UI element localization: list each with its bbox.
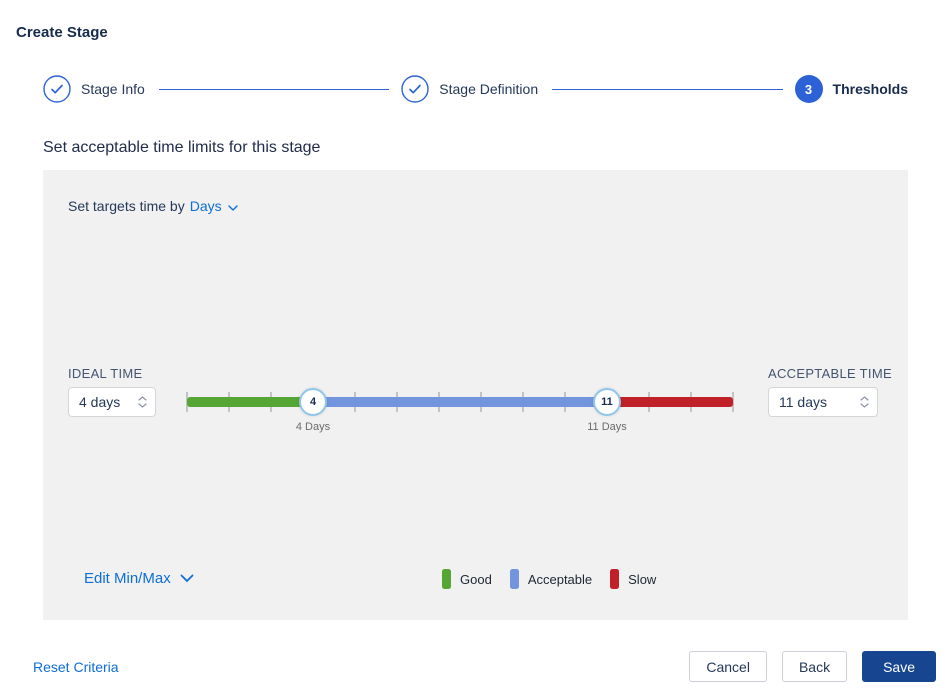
slider-segment-acceptable	[313, 397, 607, 407]
stepper-connector	[552, 89, 782, 90]
targets-time-row: Set targets time by Days	[68, 198, 238, 214]
acceptable-time-input[interactable]: 11 days	[768, 387, 878, 417]
back-button[interactable]: Back	[782, 651, 847, 682]
reset-criteria-link[interactable]: Reset Criteria	[33, 659, 119, 675]
chevron-down-icon	[860, 403, 869, 408]
page-title: Create Stage	[16, 24, 108, 41]
legend-label: Good	[460, 572, 492, 587]
thresholds-panel: Set targets time by Days IDEAL TIME 4 da…	[43, 170, 908, 620]
legend-label: Slow	[628, 572, 656, 587]
step-label: Thresholds	[833, 81, 908, 97]
threshold-legend: Good Acceptable Slow	[442, 569, 674, 589]
chevron-down-icon	[138, 403, 147, 408]
save-button[interactable]: Save	[862, 651, 936, 682]
targets-unit-dropdown[interactable]: Days	[190, 198, 238, 214]
slider-segment-slow	[607, 397, 733, 407]
slow-swatch	[610, 569, 619, 589]
step-label: Stage Info	[81, 81, 145, 97]
step-stage-definition[interactable]: Stage Definition	[401, 75, 538, 103]
good-swatch	[442, 569, 451, 589]
legend-item-good: Good	[442, 569, 492, 589]
slider-track	[187, 397, 733, 407]
ideal-time-stepper[interactable]	[138, 396, 147, 408]
legend-label: Acceptable	[528, 572, 592, 587]
stepper-connector	[159, 89, 389, 90]
acceptable-handle-caption: 11 Days	[587, 421, 627, 433]
check-circle-icon	[401, 75, 429, 103]
acceptable-time-value: 11 days	[779, 394, 827, 410]
targets-time-label: Set targets time by	[68, 198, 185, 214]
acceptable-time-label: ACCEPTABLE TIME	[768, 366, 892, 381]
step-thresholds[interactable]: 3 Thresholds	[795, 75, 908, 103]
footer-buttons: Cancel Back Save	[689, 651, 936, 682]
edit-minmax-label: Edit Min/Max	[84, 570, 171, 587]
section-heading: Set acceptable time limits for this stag…	[43, 139, 320, 157]
check-circle-icon	[43, 75, 71, 103]
targets-unit-value: Days	[190, 198, 222, 214]
time-threshold-slider: 4 11 4 Days 11 Days	[187, 388, 733, 434]
slider-segment-good	[187, 397, 313, 407]
chevron-up-icon	[860, 396, 869, 401]
ideal-time-value: 4 days	[79, 394, 120, 410]
chevron-up-icon	[138, 396, 147, 401]
chevron-down-icon	[180, 570, 194, 587]
chevron-down-icon	[228, 198, 238, 214]
acceptable-time-slider-handle[interactable]: 11	[593, 388, 621, 416]
legend-item-slow: Slow	[610, 569, 656, 589]
ideal-time-slider-handle[interactable]: 4	[299, 388, 327, 416]
create-stage-page: Create Stage Stage Info Stage Definition	[0, 0, 948, 695]
acceptable-time-stepper[interactable]	[860, 396, 869, 408]
wizard-stepper: Stage Info Stage Definition 3 Thresholds	[43, 75, 908, 103]
acceptable-swatch	[510, 569, 519, 589]
step-label: Stage Definition	[439, 81, 538, 97]
ideal-handle-caption: 4 Days	[296, 421, 330, 433]
ideal-time-input[interactable]: 4 days	[68, 387, 156, 417]
ideal-time-label: IDEAL TIME	[68, 366, 143, 381]
step-number-badge: 3	[795, 75, 823, 103]
legend-item-acceptable: Acceptable	[510, 569, 592, 589]
cancel-button[interactable]: Cancel	[689, 651, 767, 682]
edit-minmax-toggle[interactable]: Edit Min/Max	[84, 570, 194, 587]
step-stage-info[interactable]: Stage Info	[43, 75, 145, 103]
